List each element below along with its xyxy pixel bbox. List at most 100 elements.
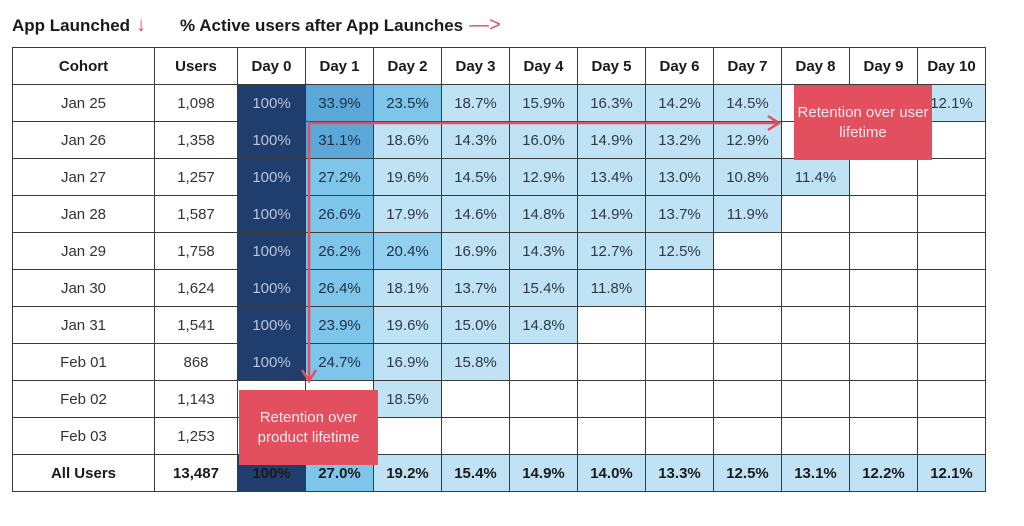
retention-cell: 20.4% (373, 232, 442, 270)
app-launched-text: App Launched (12, 15, 131, 35)
users-cell: 1,253 (154, 417, 238, 455)
retention-cell: 16.3% (577, 84, 646, 122)
users-cell: 1,358 (154, 121, 238, 159)
retention-cell: 14.5% (713, 84, 782, 122)
retention-cell: 10.8% (713, 158, 782, 196)
retention-cell (849, 232, 918, 270)
retention-cell: 12.9% (509, 158, 578, 196)
retention-cell (713, 269, 782, 307)
retention-cell: 14.8% (509, 306, 578, 344)
retention-cell (917, 269, 986, 307)
retention-cell: 13.4% (577, 158, 646, 196)
retention-cell: 16.0% (509, 121, 578, 159)
table-row: Feb 03 1,253 (12, 417, 986, 455)
retention-cell (373, 417, 442, 455)
retention-cell: 13.7% (645, 195, 714, 233)
cohort-cell: Feb 02 (12, 380, 155, 418)
column-header: Day 3 (441, 47, 510, 85)
column-header: Day 9 (849, 47, 918, 85)
column-header: Day 6 (645, 47, 714, 85)
retention-cell: 12.9% (713, 121, 782, 159)
retention-cell: 14.2% (645, 84, 714, 122)
retention-cell: 14.3% (441, 121, 510, 159)
cohort-cell: Jan 28 (12, 195, 155, 233)
retention-cell (441, 417, 510, 455)
retention-cell: 27.2% (305, 158, 374, 196)
retention-cell (645, 343, 714, 381)
cohort-cell: Jan 30 (12, 269, 155, 307)
retention-cell: 17.9% (373, 195, 442, 233)
column-header: Day 1 (305, 47, 374, 85)
retention-cell: 13.0% (645, 158, 714, 196)
table-row: Jan 28 1,587 100% 26.6% 17.9% 14.6% 14.8% 14.9%… (12, 195, 986, 233)
retention-cell (713, 417, 782, 455)
arrow-right-icon: —> (469, 14, 501, 36)
retention-cell (917, 195, 986, 233)
retention-cell (917, 343, 986, 381)
users-cell: 1,587 (154, 195, 238, 233)
column-header: Day 8 (781, 47, 850, 85)
retention-cell: 100% (237, 306, 306, 344)
retention-cell (849, 380, 918, 418)
retention-cell: 12.5% (713, 454, 782, 492)
retention-cell: 15.0% (441, 306, 510, 344)
column-header: Day 0 (237, 47, 306, 85)
table-row: Feb 01 868 100% 24.7% 16.9% 15.8% (12, 343, 986, 381)
retention-cell (509, 380, 578, 418)
retention-cell: 12.5% (645, 232, 714, 270)
cohort-cell: Jan 31 (12, 306, 155, 344)
retention-cell (781, 417, 850, 455)
column-header: Day 5 (577, 47, 646, 85)
retention-cell: 13.1% (781, 454, 850, 492)
retention-cell: 11.9% (713, 195, 782, 233)
retention-cell (645, 380, 714, 418)
retention-cell: 19.6% (373, 306, 442, 344)
retention-cell (441, 380, 510, 418)
cohort-cell: Jan 26 (12, 121, 155, 159)
retention-cell (645, 417, 714, 455)
retention-cell (849, 269, 918, 307)
retention-cell: 12.2% (849, 454, 918, 492)
retention-cell: 33.9% (305, 84, 374, 122)
retention-cell (781, 306, 850, 344)
retention-cell (781, 380, 850, 418)
app-launched-label: App Launched ↓ (12, 14, 146, 37)
arrow-down-icon: ↓ (136, 14, 147, 36)
retention-cell: 15.4% (509, 269, 578, 307)
users-cell: 1,257 (154, 158, 238, 196)
users-cell: 1,098 (154, 84, 238, 122)
retention-cell: 13.3% (645, 454, 714, 492)
retention-cell: 14.9% (509, 454, 578, 492)
retention-cell: 14.9% (577, 121, 646, 159)
retention-cell: 19.6% (373, 158, 442, 196)
retention-cell (713, 380, 782, 418)
retention-cell: 13.7% (441, 269, 510, 307)
retention-cell: 23.9% (305, 306, 374, 344)
retention-cell (577, 417, 646, 455)
retention-cell (849, 417, 918, 455)
retention-cell: 19.2% (373, 454, 442, 492)
retention-cell (781, 343, 850, 381)
retention-cell: 15.8% (441, 343, 510, 381)
cohort-cell: All Users (12, 454, 155, 492)
column-header: Day 2 (373, 47, 442, 85)
users-cell: 1,758 (154, 232, 238, 270)
user-lifetime-callout: Retention over user lifetime (794, 85, 932, 160)
retention-cell: 100% (237, 232, 306, 270)
retention-cell: 18.7% (441, 84, 510, 122)
users-cell: 1,541 (154, 306, 238, 344)
table-row: Jan 29 1,758 100% 26.2% 20.4% 16.9% 14.3% 12.7%… (12, 232, 986, 270)
retention-cell: 26.2% (305, 232, 374, 270)
retention-cell (917, 232, 986, 270)
table-row: Jan 27 1,257 100% 27.2% 19.6% 14.5% 12.9% 13.4%… (12, 158, 986, 196)
retention-cell (713, 306, 782, 344)
retention-cell: 13.2% (645, 121, 714, 159)
retention-cell: 12.7% (577, 232, 646, 270)
users-cell: 1,624 (154, 269, 238, 307)
retention-cell (917, 417, 986, 455)
users-cell: 13,487 (154, 454, 238, 492)
cohort-cell: Feb 03 (12, 417, 155, 455)
retention-cell: 24.7% (305, 343, 374, 381)
header-row: Cohort Users Day 0 Day 1 Day 2 Day 3 Day 4 Day … (12, 47, 986, 85)
table-row: Jan 30 1,624 100% 26.4% 18.1% 13.7% 15.4% 11.8% (12, 269, 986, 307)
